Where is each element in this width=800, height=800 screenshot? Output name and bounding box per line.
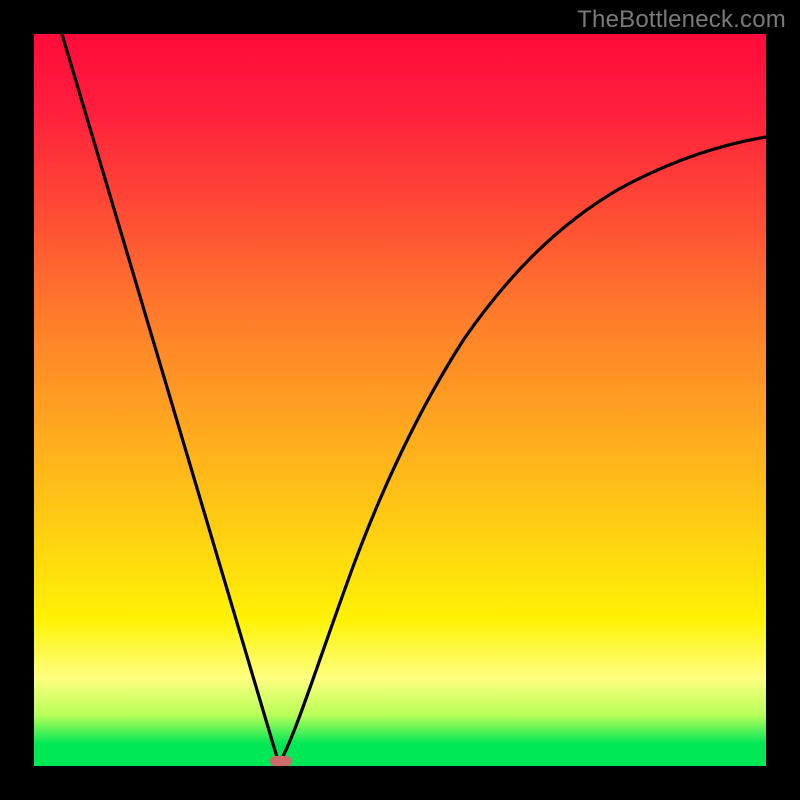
plot-area bbox=[34, 34, 766, 766]
watermark-text: TheBottleneck.com bbox=[577, 6, 786, 34]
trough-marker bbox=[270, 756, 292, 766]
chart-frame: TheBottleneck.com bbox=[0, 0, 800, 800]
bottleneck-curve bbox=[34, 34, 766, 766]
curve-path bbox=[62, 34, 766, 764]
